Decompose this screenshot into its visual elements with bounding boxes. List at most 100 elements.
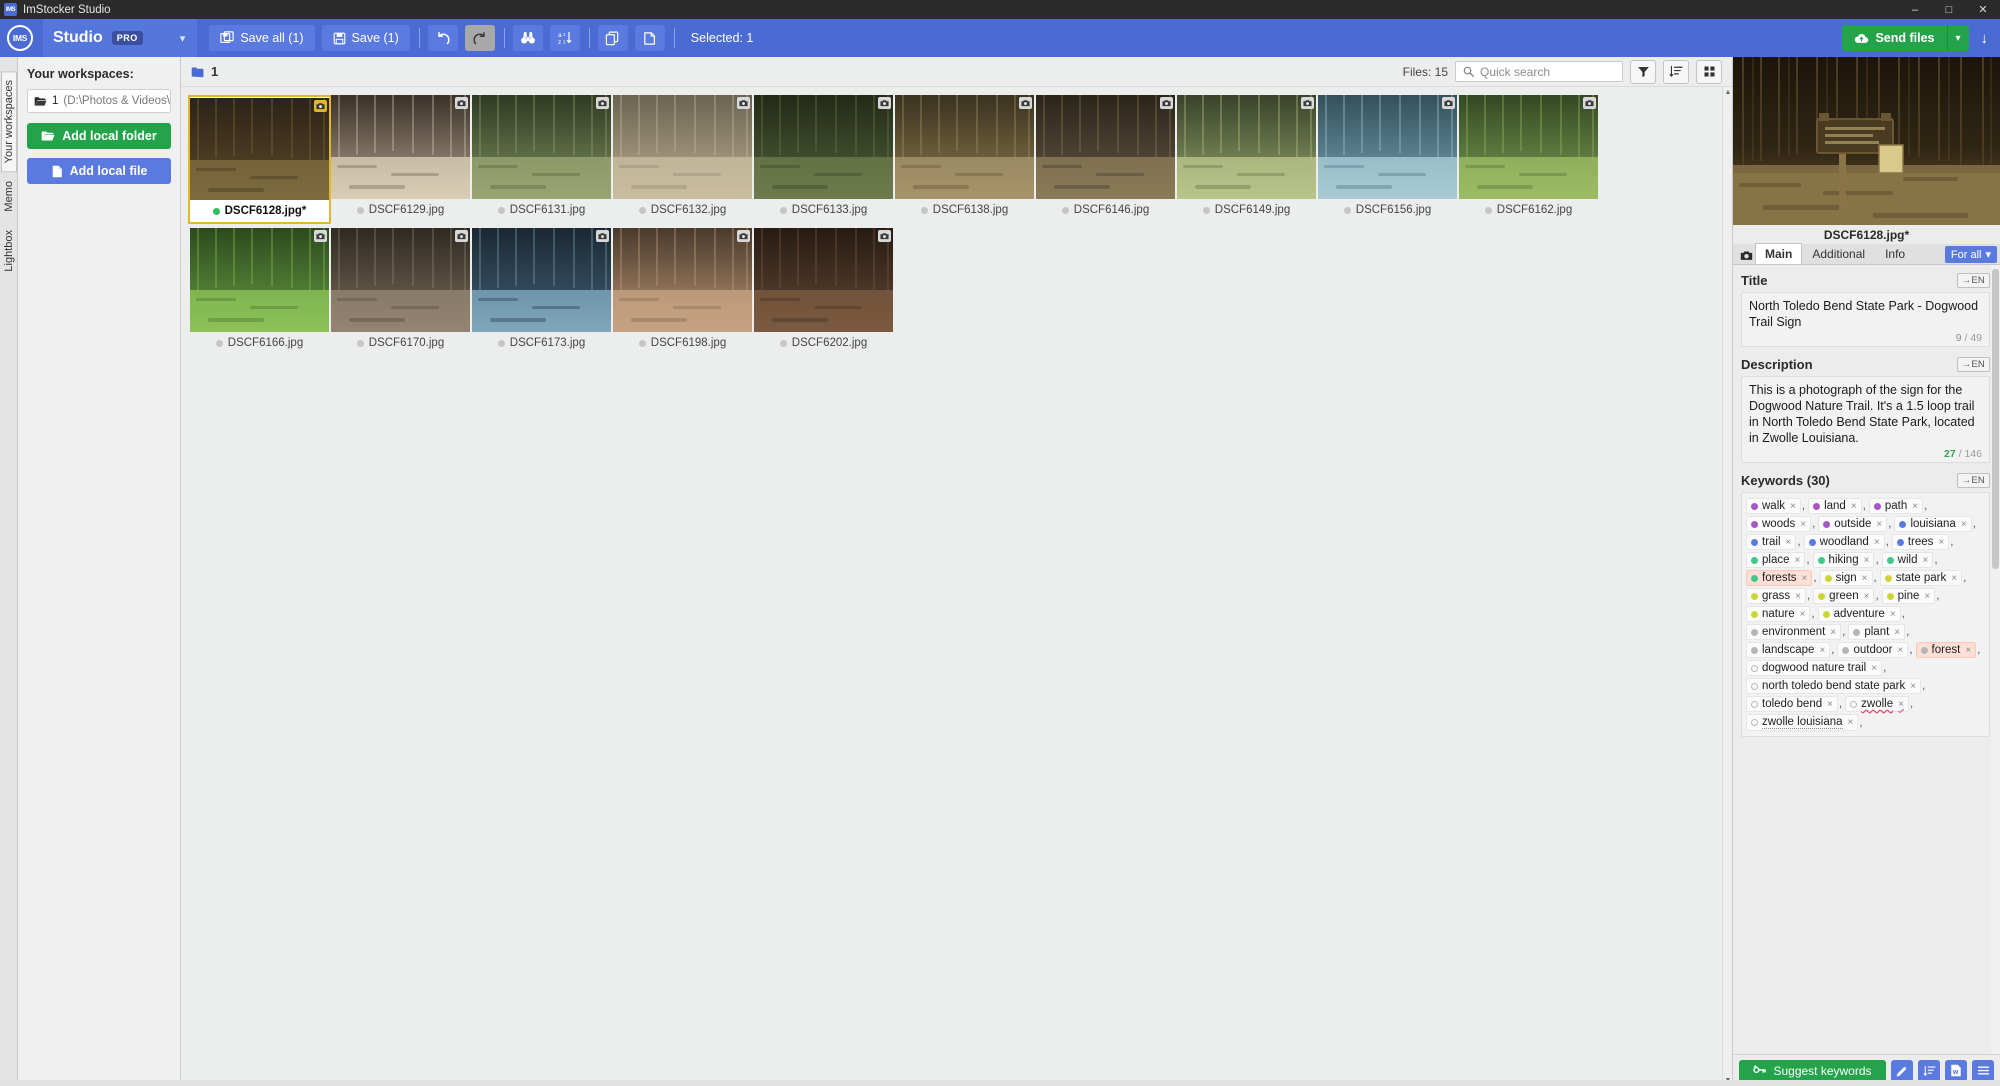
keyword-tag[interactable]: land × xyxy=(1808,498,1862,514)
thumbnail-image[interactable] xyxy=(331,228,470,332)
keywords-translate-en-button[interactable]: →EN xyxy=(1956,473,1990,488)
add-local-folder-button[interactable]: Add local folder xyxy=(27,123,171,149)
keyword-tag[interactable]: toledo bend × xyxy=(1746,696,1838,712)
send-files-button[interactable]: Send files xyxy=(1842,25,1947,51)
remove-keyword-icon[interactable]: × xyxy=(1827,699,1833,710)
keyword-menu-button[interactable] xyxy=(1972,1059,1994,1082)
keyword-tag[interactable]: green × xyxy=(1813,588,1875,604)
thumbnail-image[interactable] xyxy=(1177,95,1316,199)
thumbnail-image[interactable] xyxy=(754,95,893,199)
paste-button[interactable] xyxy=(634,25,665,51)
thumbnail-item[interactable]: DSCF6166.jpg xyxy=(190,228,329,354)
keywords-list[interactable]: walk ×, land ×, path ×, woods ×, outside ×, louisi… xyxy=(1741,492,1990,737)
remove-keyword-icon[interactable]: × xyxy=(1951,573,1957,584)
title-translate-en-button[interactable]: →EN xyxy=(1956,273,1990,288)
keyword-tag[interactable]: outdoor × xyxy=(1837,642,1909,658)
remove-keyword-icon[interactable]: × xyxy=(1924,591,1930,602)
tab-additional[interactable]: Additional xyxy=(1802,243,1875,264)
remove-keyword-icon[interactable]: × xyxy=(1910,681,1916,692)
thumbnail-image[interactable] xyxy=(472,95,611,199)
tab-info[interactable]: Info xyxy=(1875,243,1915,264)
center-scrollbar[interactable]: ▲ ▼ xyxy=(1722,87,1732,1086)
keyword-tag[interactable]: dogwood nature trail × xyxy=(1746,660,1883,676)
remove-keyword-icon[interactable]: × xyxy=(1786,537,1792,548)
thumbnail-image[interactable] xyxy=(1459,95,1598,199)
keyword-tag[interactable]: place × xyxy=(1746,552,1806,568)
workspace-selector[interactable]: Studio PRO ▾ xyxy=(43,19,198,57)
remove-keyword-icon[interactable]: × xyxy=(1871,663,1877,674)
thumbnail-image[interactable] xyxy=(190,98,329,200)
keyword-tag[interactable]: grass × xyxy=(1746,588,1806,604)
thumbnail-item[interactable]: DSCF6146.jpg xyxy=(1036,95,1175,224)
sidebar-item-lightbox[interactable]: Lightbox xyxy=(1,221,17,281)
sort-order-button[interactable] xyxy=(1663,59,1689,84)
edit-keywords-button[interactable] xyxy=(1891,1059,1913,1082)
remove-keyword-icon[interactable]: × xyxy=(1912,501,1918,512)
keyword-tag[interactable]: walk × xyxy=(1746,498,1801,514)
save-button[interactable]: Save (1) xyxy=(321,25,410,51)
keyword-tag[interactable]: environment × xyxy=(1746,624,1842,640)
scroll-up-arrow-icon[interactable]: ▲ xyxy=(1723,87,1732,98)
remove-keyword-icon[interactable]: × xyxy=(1848,717,1854,728)
thumbnail-item[interactable]: DSCF6170.jpg xyxy=(331,228,470,354)
remove-keyword-icon[interactable]: × xyxy=(1961,519,1967,530)
keyword-tag[interactable]: north toledo bend state park × xyxy=(1746,678,1922,694)
remove-keyword-icon[interactable]: × xyxy=(1795,555,1801,566)
minimize-button[interactable]: – xyxy=(1898,0,1932,19)
sort-keywords-button[interactable] xyxy=(1918,1059,1940,1082)
remove-keyword-icon[interactable]: × xyxy=(1851,501,1857,512)
remove-keyword-icon[interactable]: × xyxy=(1830,627,1836,638)
keyword-tag[interactable]: state park × xyxy=(1879,570,1963,586)
add-local-file-button[interactable]: Add local file xyxy=(27,158,171,184)
thumbnail-item[interactable]: DSCF6156.jpg xyxy=(1318,95,1457,224)
suggest-keywords-button[interactable]: Suggest keywords xyxy=(1739,1059,1886,1082)
sidebar-item-your-workspaces[interactable]: Your workspaces xyxy=(0,71,17,173)
thumbnail-image[interactable] xyxy=(613,95,752,199)
view-mode-button[interactable] xyxy=(1696,59,1722,84)
thumbnail-image[interactable] xyxy=(754,228,893,332)
remove-keyword-icon[interactable]: × xyxy=(1802,573,1808,584)
close-button[interactable]: ✕ xyxy=(1966,0,2000,19)
remove-keyword-icon[interactable]: × xyxy=(1922,555,1928,566)
keyword-tag[interactable]: path × xyxy=(1868,498,1924,514)
remove-keyword-icon[interactable]: × xyxy=(1864,555,1870,566)
thumbnail-item[interactable]: DSCF6149.jpg xyxy=(1177,95,1316,224)
image-preview[interactable] xyxy=(1733,57,2000,225)
keyword-tag[interactable]: woodland × xyxy=(1803,534,1885,550)
keyword-tag[interactable]: landscape × xyxy=(1746,642,1831,658)
remove-keyword-icon[interactable]: × xyxy=(1864,591,1870,602)
remove-keyword-icon[interactable]: × xyxy=(1862,573,1868,584)
keyword-tag[interactable]: woods × xyxy=(1746,516,1812,532)
keyword-tag[interactable]: trail × xyxy=(1746,534,1797,550)
remove-keyword-icon[interactable]: × xyxy=(1790,501,1796,512)
keyword-tag[interactable]: wild × xyxy=(1881,552,1934,568)
export-word-button[interactable]: W xyxy=(1945,1059,1967,1082)
remove-keyword-icon[interactable]: × xyxy=(1876,519,1882,530)
keyword-tag[interactable]: pine × xyxy=(1881,588,1936,604)
remove-keyword-icon[interactable]: × xyxy=(1898,699,1904,710)
maximize-button[interactable]: □ xyxy=(1932,0,1966,19)
keyword-tag[interactable]: hiking × xyxy=(1812,552,1875,568)
remove-keyword-icon[interactable]: × xyxy=(1965,645,1971,656)
thumbnail-image[interactable] xyxy=(895,95,1034,199)
keyword-tag[interactable]: louisiana × xyxy=(1894,516,1972,532)
keyword-tag[interactable]: forest × xyxy=(1915,642,1977,658)
description-input[interactable]: This is a photograph of the sign for the… xyxy=(1741,376,1990,463)
thumbnail-item[interactable]: DSCF6173.jpg xyxy=(472,228,611,354)
thumbnail-item[interactable]: DSCF6129.jpg xyxy=(331,95,470,224)
keyword-tag[interactable]: trees × xyxy=(1891,534,1950,550)
thumbnail-image[interactable] xyxy=(190,228,329,332)
description-translate-en-button[interactable]: →EN xyxy=(1956,357,1990,372)
keyword-tag[interactable]: outside × xyxy=(1818,516,1888,532)
thumbnail-item[interactable]: DSCF6162.jpg xyxy=(1459,95,1598,224)
for-all-dropdown[interactable]: For all ▾ xyxy=(1944,246,1997,263)
thumbnail-image[interactable] xyxy=(331,95,470,199)
download-arrow-icon[interactable]: ↓ xyxy=(1981,30,1989,47)
keyword-tag[interactable]: forests × xyxy=(1746,570,1813,586)
remove-keyword-icon[interactable]: × xyxy=(1795,591,1801,602)
remove-keyword-icon[interactable]: × xyxy=(1898,645,1904,656)
remove-keyword-icon[interactable]: × xyxy=(1819,645,1825,656)
send-files-dropdown[interactable]: ▾ xyxy=(1946,25,1969,51)
copy-button[interactable] xyxy=(597,25,628,51)
thumbnail-item[interactable]: DSCF6198.jpg xyxy=(613,228,752,354)
